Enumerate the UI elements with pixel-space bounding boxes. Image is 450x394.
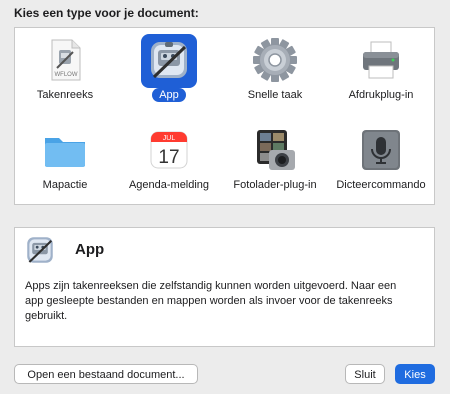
choose-button[interactable]: Kies — [395, 364, 435, 384]
type-label: Mapactie — [42, 179, 88, 191]
type-label: Dicteercommando — [336, 179, 426, 191]
document-type-grid: WFLOW Takenreeks App Snelle taak Afdrukp… — [14, 27, 435, 205]
automator-robot-icon — [151, 42, 187, 79]
type-item-calendar-alarm[interactable]: JUL 17 Agenda-melding — [119, 122, 219, 202]
workflow-icon-text: WFLOW — [55, 72, 78, 78]
close-button[interactable]: Sluit — [345, 364, 385, 384]
type-label: Takenreeks — [36, 89, 94, 101]
type-item-workflow[interactable]: WFLOW Takenreeks — [15, 32, 115, 112]
printer-icon — [363, 41, 399, 79]
type-label: Snelle taak — [247, 89, 303, 101]
folder-icon — [45, 138, 85, 167]
description-panel: App Apps zijn takenreeksen die zelfstand… — [14, 227, 435, 347]
type-item-folder-action[interactable]: Mapactie — [15, 122, 115, 202]
type-item-dictation-command[interactable]: Dicteercommando — [331, 122, 431, 202]
microphone-icon — [362, 130, 400, 170]
type-label: Agenda-melding — [128, 179, 210, 191]
description-title: App — [75, 241, 105, 258]
description-text: Apps zijn takenreeksen die zelfstandig k… — [25, 280, 397, 322]
type-label: Afdrukplug-in — [348, 89, 414, 101]
gear-icon — [253, 38, 297, 82]
open-existing-document-button[interactable]: Open een bestaand document... — [14, 364, 198, 384]
calendar-month: JUL — [163, 135, 176, 142]
type-item-print-plugin[interactable]: Afdrukplug-in — [331, 32, 431, 112]
type-item-quick-action[interactable]: Snelle taak — [225, 32, 325, 112]
image-capture-icon — [257, 130, 295, 170]
dialog-heading: Kies een type voor je document: — [14, 6, 199, 20]
calendar-day: 17 — [158, 147, 179, 168]
calendar-icon: JUL 17 — [150, 131, 188, 169]
automator-robot-icon — [27, 237, 53, 263]
type-item-image-capture-plugin[interactable]: Fotolader-plug-in — [225, 122, 325, 202]
type-item-app[interactable]: App — [119, 32, 219, 112]
type-label: App — [152, 88, 186, 102]
type-label: Fotolader-plug-in — [233, 179, 317, 191]
workflow-document-icon: WFLOW — [51, 39, 81, 81]
